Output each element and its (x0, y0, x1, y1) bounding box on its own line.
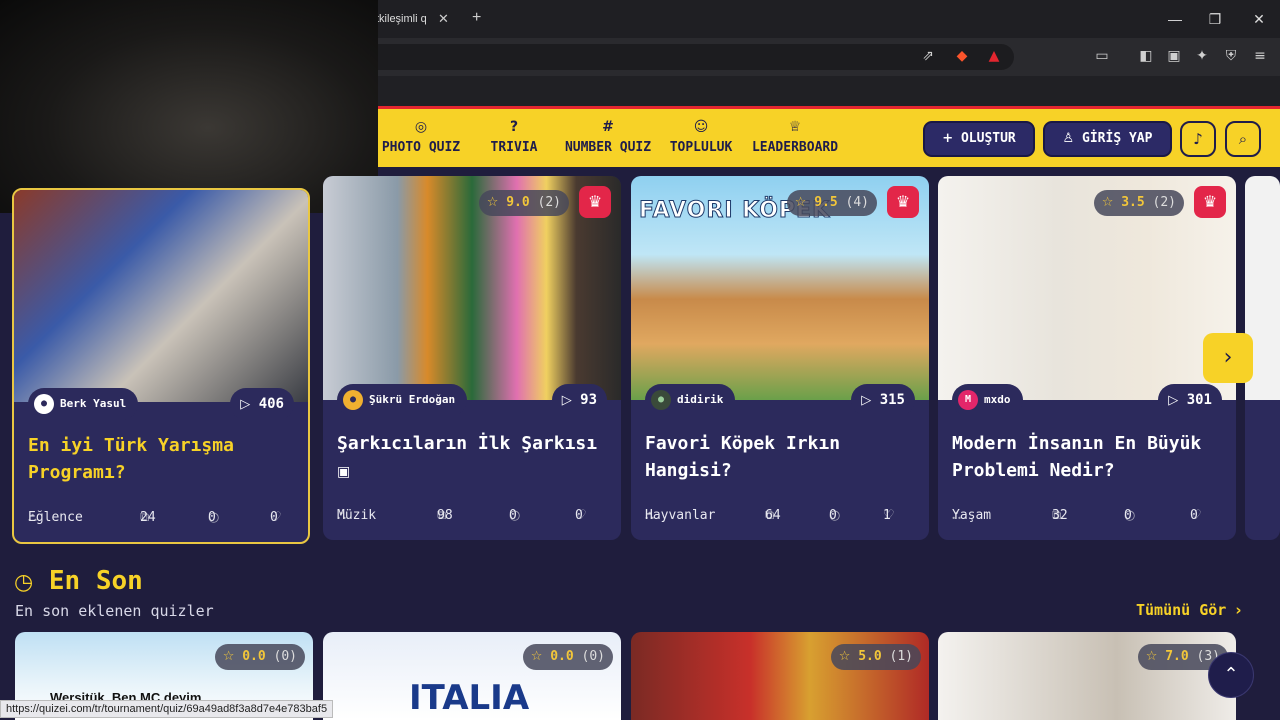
star-icon: ☆ (1101, 195, 1114, 210)
notifications-button[interactable]: ♪ (1180, 121, 1216, 157)
clock-icon: ◷ (14, 570, 34, 595)
plus-icon: + (942, 131, 954, 146)
play-count: ▷ 93 (551, 384, 607, 416)
avatar: ● (34, 394, 54, 414)
play-count: ▷ 301 (1158, 384, 1222, 416)
nav-photo-quiz[interactable]: ◎ PHOTO QUIZ (380, 117, 462, 161)
see-all-link[interactable]: Tümünü Gör › (1136, 601, 1242, 619)
rating-badge: ☆ 0.0 (0) (522, 644, 613, 670)
chevron-up-icon: ⌃ (1223, 664, 1239, 685)
nav-number-quiz[interactable]: # NUMBER QUIZ (562, 117, 654, 161)
camera-icon: ◎ (414, 119, 428, 135)
avatar: ● (651, 390, 671, 410)
quiz-card[interactable]: ● Berk Yasul ▷ 406 En iyi Türk Yarışma Pr… (12, 188, 310, 544)
search-button[interactable]: ⌕ (1225, 121, 1261, 157)
quiz-card[interactable]: ☆ 9.0 (2) ♛ ● Şükrü Erdoğan ▷ 93 Şarkıcıl… (323, 176, 621, 540)
window-close-icon[interactable]: ✕ (1249, 6, 1269, 32)
quiz-meta: ⛬ Müzik ⧉ 98 ○ 0 ♡ 0 (337, 506, 607, 526)
menu-icon[interactable]: ≡ (1250, 46, 1270, 66)
login-button[interactable]: ♙ GİRİŞ YAP (1043, 121, 1172, 157)
section-subtitle: En son eklenen quizler (15, 602, 214, 620)
rating-badge: ☆ 0.0 (0) (214, 644, 305, 670)
nav-trivia[interactable]: ? TRIVIA (484, 117, 544, 161)
users-icon: ☺ (693, 119, 709, 135)
new-tab-icon[interactable]: + (472, 5, 488, 31)
quiz-title[interactable]: Modern İnsanın En Büyük Problemi Nedir? (952, 430, 1222, 484)
avatar: ● (343, 390, 363, 410)
leo-ai-icon[interactable]: ✦ (1192, 46, 1212, 66)
chevron-right-icon: › (1235, 601, 1242, 619)
quiz-card[interactable]: ☆ 5.0 (1) (631, 632, 929, 720)
user-icon: ♙ (1062, 131, 1075, 146)
crown-icon: ♛ (1194, 186, 1226, 218)
wallet-icon[interactable]: ▣ (1164, 46, 1184, 66)
quiz-card[interactable]: ☆ 7.0 (3) (938, 632, 1236, 720)
rewards-icon[interactable]: ▲ (984, 46, 1004, 66)
question-icon: ? (509, 119, 519, 135)
webcam-overlay (0, 0, 378, 213)
author-chip[interactable]: ● Şükrü Erdoğan (337, 384, 468, 416)
hash-icon: # (602, 119, 614, 135)
section-title: ◷ En Son (14, 566, 143, 596)
create-button[interactable]: + OLUŞTUR (923, 121, 1035, 157)
rating-badge: ☆ 5.0 (1) (830, 644, 921, 670)
vpn-icon[interactable]: ⛨ (1221, 46, 1241, 66)
author-chip[interactable]: ● Berk Yasul (28, 388, 139, 420)
status-bar-url: https://quizei.com/tr/tournament/quiz/69… (0, 700, 334, 718)
crown-icon: ♛ (887, 186, 919, 218)
crown-icon: ♛ (579, 186, 611, 218)
quiz-thumbnail: FAVORI KÖPEK (631, 176, 929, 400)
play-icon: ▷ (561, 393, 572, 408)
close-tab-icon[interactable]: ✕ (438, 6, 454, 32)
quiz-title[interactable]: Favori Köpek Irkın Hangisi? (645, 430, 915, 484)
nav-topluluk[interactable]: ☺ TOPLULUK (668, 117, 734, 161)
quiz-title[interactable]: Şarkıcıların İlk Şarkısı ▣ (337, 430, 607, 486)
star-icon: ☆ (838, 649, 851, 664)
trophy-icon: ♕ (788, 119, 802, 135)
restore-icon[interactable]: ❐ (1205, 6, 1225, 32)
star-icon: ☆ (486, 195, 499, 210)
video-icon: ▣ (337, 464, 351, 480)
star-icon: ☆ (222, 649, 235, 664)
thumbnail-caption: ITALIA (409, 678, 530, 718)
sidebar-icon[interactable]: ◧ (1136, 46, 1156, 66)
quiz-meta: ⛬ Yaşam ⧉ 32 ○ 0 ♡ 0 (952, 506, 1222, 526)
carousel-next-button[interactable]: › (1203, 333, 1253, 383)
minimize-icon[interactable]: — (1165, 6, 1185, 32)
search-icon: ⌕ (1238, 130, 1248, 148)
star-icon: ☆ (530, 649, 543, 664)
quiz-card[interactable]: ☆ 3.5 (2) ♛ Mmxdo ▷ 301 Modern İnsanın E… (938, 176, 1236, 540)
play-count: ▷ 406 (230, 388, 294, 420)
author-chip[interactable]: ● didirik (645, 384, 736, 416)
brave-shield-icon[interactable]: ◆ (952, 46, 972, 66)
rating-badge: ☆ 3.5 (2) (1093, 190, 1184, 216)
star-icon: ☆ (794, 195, 807, 210)
reader-mode-icon[interactable]: ▭ (1092, 46, 1112, 66)
rating-badge: ☆ 9.0 (2) (478, 190, 569, 216)
share-icon[interactable]: ⇗ (918, 46, 938, 66)
quiz-thumbnail (14, 190, 308, 402)
play-icon: ▷ (1168, 393, 1179, 408)
quiz-title[interactable]: En iyi Türk Yarışma Programı? (28, 432, 298, 486)
play-count: ▷ 315 (851, 384, 915, 416)
chevron-right-icon: › (1223, 345, 1233, 370)
author-chip[interactable]: Mmxdo (952, 384, 1023, 416)
play-icon: ▷ (861, 393, 872, 408)
quiz-thumbnail (938, 176, 1236, 400)
scroll-to-top-button[interactable]: ⌃ (1208, 652, 1254, 698)
nav-leaderboard[interactable]: ♕ LEADERBOARD (750, 117, 840, 161)
avatar: M (958, 390, 978, 410)
tab-title: tkileşimli q (376, 13, 427, 25)
quiz-card[interactable]: ITALIA ☆ 0.0 (0) (323, 632, 621, 720)
bell-icon: ♪ (1193, 130, 1203, 148)
quiz-thumbnail (323, 176, 621, 400)
rating-badge: ☆ 9.5 (4) (786, 190, 877, 216)
quiz-card[interactable]: FAVORI KÖPEK ☆ 9.5 (4) ♛ ● didirik ▷ 315 … (631, 176, 929, 540)
play-icon: ▷ (240, 397, 251, 412)
star-icon: ☆ (1145, 649, 1158, 664)
quiz-meta: ⛬ Eğlence ⧉ 24 ○ 0 ♡ 0 (28, 508, 298, 528)
quiz-meta: ⛬ Hayvanlar ⧉ 64 ○ 0 ♡ 1 (645, 506, 915, 526)
